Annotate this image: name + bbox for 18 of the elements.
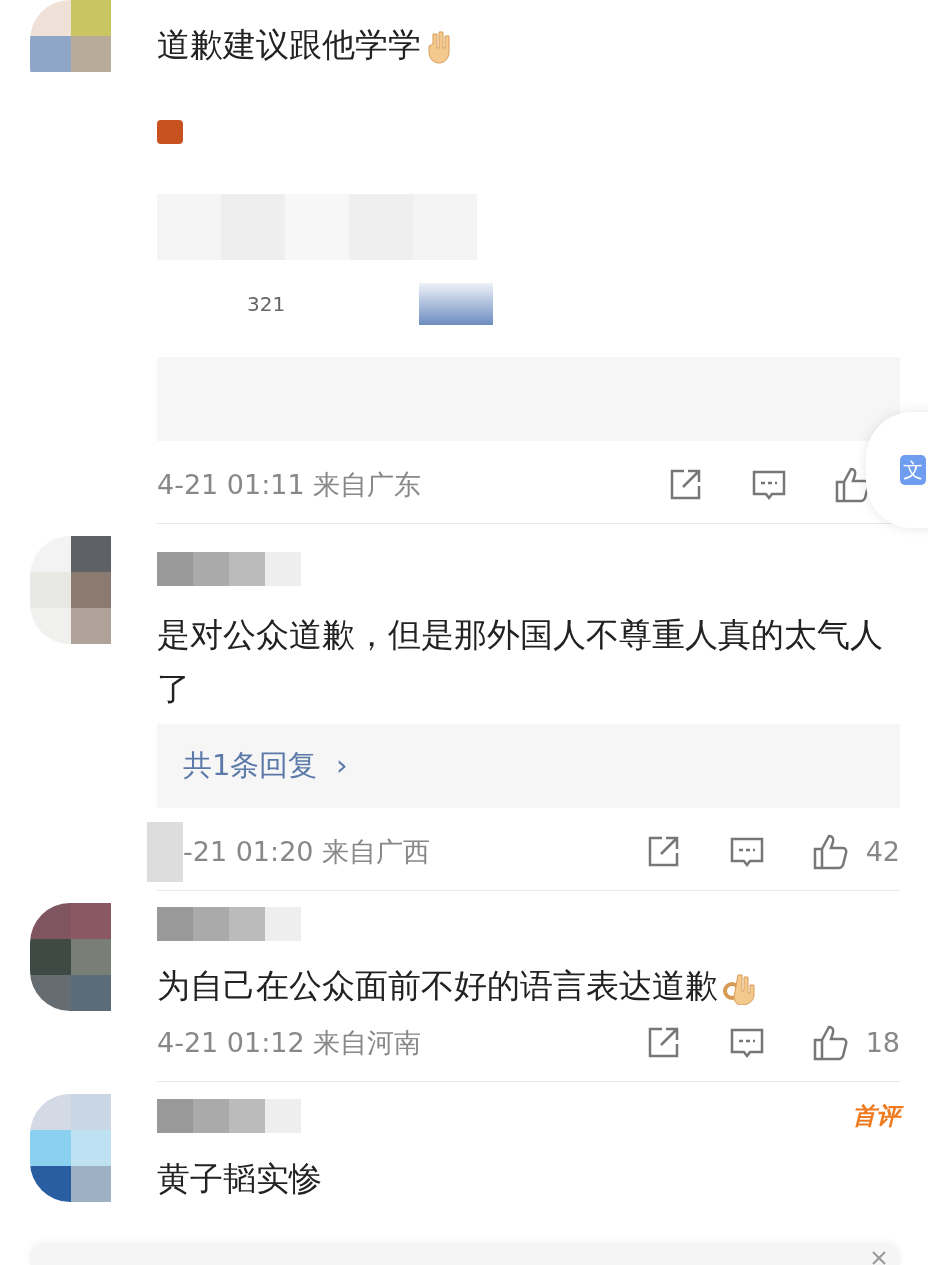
translate-button[interactable]: 文 xyxy=(866,412,928,528)
reply-link[interactable]: 共1条回复 › xyxy=(157,724,900,808)
comment-text: 为自己在公众面前不好的语言表达道歉 xyxy=(157,966,718,1005)
comment-time: 4-21 01:11 来自广东 xyxy=(157,467,422,502)
repost-count: 321 xyxy=(246,291,286,318)
like-count: 42 xyxy=(865,834,900,869)
comment-time: 4-21 01:12 来自河南 xyxy=(157,1025,422,1060)
comment-text: 是对公众道歉，但是那外国人不尊重人真的太气人了 xyxy=(157,615,883,708)
comment-text: 道歉建议跟他学学 xyxy=(157,25,421,64)
avatar[interactable] xyxy=(30,903,111,1011)
like-count: 18 xyxy=(865,1025,900,1060)
comment-time: -21 01:20 来自广西 xyxy=(183,834,431,869)
like-icon[interactable] xyxy=(811,1024,850,1062)
avatar[interactable] xyxy=(30,1094,111,1202)
avatar[interactable] xyxy=(30,536,111,644)
verified-icon xyxy=(157,120,183,144)
like-icon[interactable] xyxy=(811,833,850,871)
comment-text: 黄子韬实惨 xyxy=(157,1159,322,1198)
